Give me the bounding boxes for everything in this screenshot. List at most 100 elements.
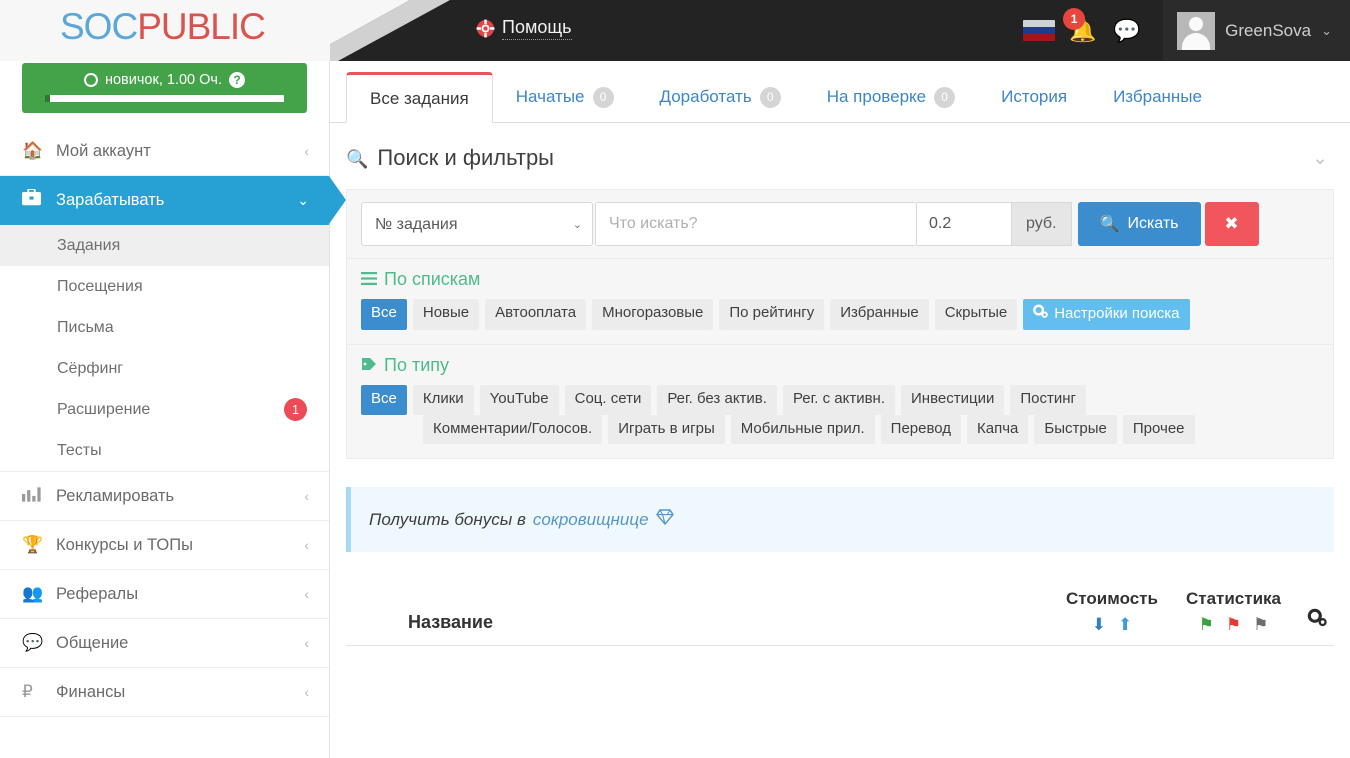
sidebar-submenu-earn: Задания Посещения Письма Сёрфинг Расшире… [0,225,329,472]
tab-history[interactable]: История [978,72,1090,122]
sidebar-item-letters[interactable]: Письма [0,307,329,348]
treasury-link[interactable]: сокровищнице [533,510,649,530]
sidebar-item-label: Рекламировать [56,486,175,505]
chat-bubble-icon: 💬 [1113,17,1141,43]
search-icon: 🔍 [346,149,369,169]
tab-favorites[interactable]: Избранные [1090,72,1225,122]
task-tabs: Все задания Начатые 0 Доработать 0 На пр… [330,61,1350,123]
comments-icon: 💬 [22,633,44,652]
question-mark-icon[interactable]: ? [229,72,245,88]
notifications-button[interactable]: 🔔 1 [1061,0,1105,61]
chip-captcha[interactable]: Капча [967,414,1029,445]
tab-in-review[interactable]: На проверке 0 [804,72,978,122]
sidebar-item-tests[interactable]: Тесты [0,430,329,471]
rank-badge[interactable]: новичок, 1.00 Оч. ? [22,63,307,113]
user-name: GreenSova [1225,20,1312,40]
logo[interactable]: SOCPUBLIC [0,0,330,61]
flag-gray-icon[interactable]: ⚑ [1253,615,1268,635]
chip-social[interactable]: Соц. сети [564,384,652,415]
chip-hidden[interactable]: Скрытые [934,299,1018,330]
help-link[interactable]: Помощь [476,17,572,40]
sidebar-item-extension[interactable]: Расширение 1 [0,389,329,430]
tab-label: Начатые [515,87,585,106]
tab-rework[interactable]: Доработать 0 [637,72,804,122]
sidebar-item-communication[interactable]: 💬 Общение ‹ [0,619,329,668]
filters-title: Поиск и фильтры [377,145,554,170]
search-button[interactable]: 🔍 Искать [1077,202,1201,246]
chip-new[interactable]: Новые [412,299,480,330]
gears-icon [1033,304,1048,324]
arrow-down-icon[interactable]: ⬇ [1092,615,1106,635]
rank-progress-bar [45,95,284,102]
extension-badge: 1 [284,398,307,421]
sidebar-subitem-label: Посещения [57,277,143,295]
language-switch[interactable] [1017,0,1061,61]
sidebar-item-tasks[interactable]: Задания [0,225,329,266]
search-field-select[interactable]: № задания [361,202,593,246]
home-icon: 🏠 [22,141,44,160]
chip-reg-no-activity[interactable]: Рег. без актив. [657,384,777,415]
chip-posting[interactable]: Постинг [1010,384,1086,415]
chevron-down-icon[interactable]: ⌄ [1312,147,1328,170]
chip-autopay[interactable]: Автооплата [485,299,587,330]
flag-green-icon[interactable]: ⚑ [1199,615,1214,635]
lists-title-label: По спискам [384,269,481,289]
chip-fast[interactable]: Быстрые [1034,414,1117,445]
chip-multiuse[interactable]: Многоразовые [592,299,714,330]
types-title-label: По типу [384,354,449,375]
tab-all-tasks[interactable]: Все задания [346,72,493,123]
sidebar-item-label: Конкурсы и ТОПы [56,535,193,554]
tab-count: 0 [759,86,781,108]
sidebar-item-earn[interactable]: Зарабатывать ⌄ [0,176,346,225]
tab-count: 0 [592,86,614,108]
search-settings-button[interactable]: Настройки поиска [1023,299,1190,330]
cost-label: Стоимость [1066,589,1158,609]
price-input[interactable] [917,202,1012,246]
search-input[interactable] [595,202,917,246]
chip-all-lists[interactable]: Все [361,299,407,330]
sidebar-item-surfing[interactable]: Сёрфинг [0,348,329,389]
search-field-select-wrap: № задания ⌄ [361,202,593,246]
messages-button[interactable]: 💬 [1105,0,1149,61]
chip-favorites[interactable]: Избранные [830,299,929,330]
tab-started[interactable]: Начатые 0 [493,72,637,122]
chip-reg-with-activity[interactable]: Рег. с активн. [782,384,896,415]
sidebar-item-contests[interactable]: 🏆 Конкурсы и ТОПы ‹ [0,521,329,570]
chip-mobile-apps[interactable]: Мобильные прил. [730,414,875,445]
arrow-up-icon[interactable]: ⬆ [1118,615,1132,635]
briefcase-icon [22,188,56,211]
chip-youtube[interactable]: YouTube [479,384,559,415]
clear-filters-button[interactable]: ✖ [1204,202,1259,246]
user-menu[interactable]: GreenSova ⌄ [1163,0,1350,61]
sidebar-item-referrals[interactable]: 👥 Рефералы ‹ [0,570,329,619]
chip-comments-votes[interactable]: Комментарии/Голосов. [423,414,603,445]
sidebar-subitem-label: Сёрфинг [57,359,124,377]
sidebar-item-label: Рефералы [56,584,139,603]
type-chips-row2: Комментарии/Голосов. Играть в игры Мобил… [361,414,1319,445]
sidebar-nav: 🏠 Мой аккаунт ‹ Зарабатывать ⌄ Задания П… [0,127,346,717]
chip-other[interactable]: Прочее [1122,414,1195,445]
type-chips-row1: Все Клики YouTube Соц. сети Рег. без акт… [361,384,1319,415]
chip-by-rating[interactable]: По рейтингу [719,299,825,330]
search-icon: 🔍 [1099,216,1120,233]
sidebar-item-my-account[interactable]: 🏠 Мой аккаунт ‹ [0,127,329,176]
table-settings-button[interactable] [1281,608,1334,635]
chip-all-types[interactable]: Все [361,384,407,415]
column-header-name: Название [408,612,493,633]
tab-label: Все задания [370,88,469,108]
logo-public-text: PUBLIC [137,6,266,47]
sidebar-item-advertise[interactable]: Рекламировать ‹ [0,472,329,521]
chip-investments[interactable]: Инвестиции [901,384,1005,415]
sidebar-item-visits[interactable]: Посещения [0,266,329,307]
bonus-banner: Получить бонусы в сокровищнице [346,487,1334,553]
chevron-left-icon: ‹ [304,684,309,700]
page-title: 🔍 Поиск и фильтры [346,145,1312,171]
sidebar-item-finance[interactable]: ₽ Финансы ‹ [0,668,329,717]
flag-red-icon[interactable]: ⚑ [1226,615,1241,635]
chevron-left-icon: ‹ [304,143,309,159]
sidebar-item-label: Финансы [56,682,126,701]
gem-icon [655,509,674,530]
chip-clicks[interactable]: Клики [412,384,474,415]
chip-play-games[interactable]: Играть в игры [608,414,725,445]
chip-translation[interactable]: Перевод [880,414,962,445]
